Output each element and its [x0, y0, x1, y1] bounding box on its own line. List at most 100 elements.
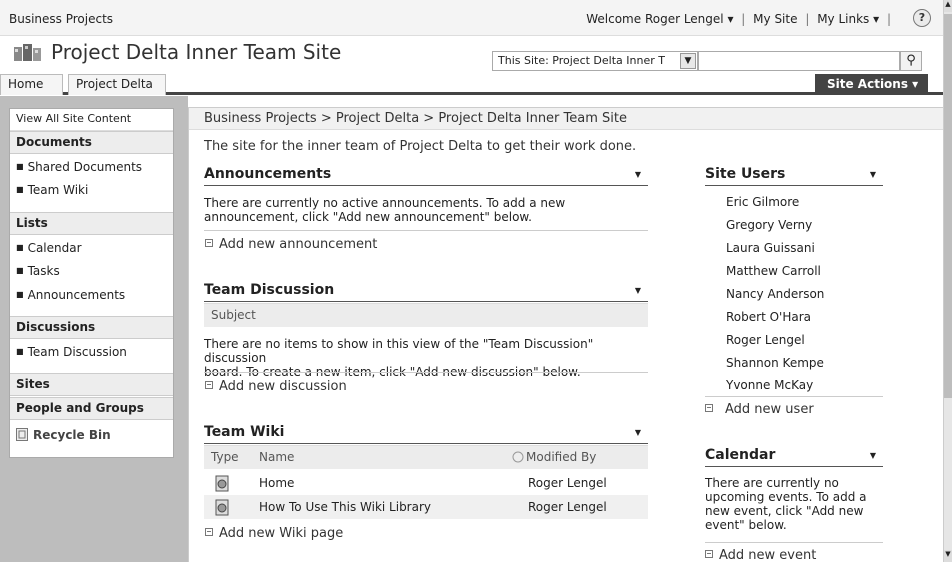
add-new-announcement-link[interactable]: Add new announcement [205, 237, 377, 252]
site-title[interactable]: Project Delta Inner Team Site [51, 40, 341, 64]
announcements-title-text: Announcements [204, 166, 332, 182]
ql-item-label: Team Discussion [27, 345, 127, 359]
ql-heading-discussions[interactable]: Discussions [10, 316, 173, 339]
wiki-page-icon [215, 475, 229, 492]
site-actions-menu[interactable]: Site Actions ▾ [815, 74, 928, 95]
column-header-name[interactable]: Name [259, 446, 294, 468]
column-header-subject[interactable]: Subject [204, 303, 648, 327]
ql-item-tasks[interactable]: ■ Tasks [10, 261, 173, 283]
tab-project-delta[interactable]: Project Delta [68, 74, 166, 95]
quick-launch: View All Site Content Documents ■ Shared … [9, 108, 174, 458]
wiki-page-name-link[interactable]: Home [259, 471, 294, 495]
bullet-icon: ■ [16, 243, 24, 252]
empty-text-line: announcement, click "Add new announcemen… [204, 210, 532, 224]
column-header-label: Modified By [526, 450, 597, 464]
site-user-link[interactable]: Shannon Kempe [726, 356, 824, 370]
team-discussion-title-text: Team Discussion [204, 282, 335, 298]
search-input[interactable] [698, 51, 900, 71]
my-site-link[interactable]: My Site [753, 12, 797, 26]
column-header-modified-by[interactable]: Modified By [512, 446, 596, 468]
ql-heading-people-and-groups[interactable]: People and Groups [10, 397, 173, 420]
wiki-page-name-link[interactable]: How To Use This Wiki Library [259, 495, 431, 519]
web-part-menu-icon[interactable]: ▼ [870, 446, 876, 465]
ql-item-calendar[interactable]: ■ Calendar [10, 238, 173, 260]
site-user-link[interactable]: Nancy Anderson [726, 287, 824, 301]
ql-heading-documents[interactable]: Documents [10, 131, 173, 154]
separator: | [886, 12, 891, 26]
team-wiki-title[interactable]: Team Wiki ▼ [204, 423, 648, 444]
empty-text-line: event" below. [705, 518, 787, 532]
add-new-discussion-link[interactable]: Add new discussion [205, 379, 347, 394]
bullet-icon: ■ [16, 347, 24, 356]
site-user-link[interactable]: Matthew Carroll [726, 264, 821, 278]
separator: | [805, 12, 810, 26]
help-icon[interactable]: ? [913, 9, 931, 27]
add-link-label: Add new discussion [219, 379, 347, 394]
divider [204, 230, 648, 231]
site-user-link[interactable]: Robert O'Hara [726, 310, 811, 324]
add-link-label: Add new event [719, 548, 817, 562]
top-bar: Business Projects Welcome Roger Lengel ▾… [0, 0, 943, 36]
ql-item-team-discussion[interactable]: ■ Team Discussion [10, 342, 173, 364]
recycle-bin-label: Recycle Bin [33, 428, 111, 442]
search-scope-value: This Site: Project Delta Inner T [498, 54, 665, 67]
chevron-down-icon[interactable]: ▼ [680, 53, 696, 69]
add-new-user-link[interactable]: Add new user [705, 402, 814, 417]
ql-item-team-wiki[interactable]: ■ Team Wiki [10, 180, 173, 202]
table-row[interactable]: How To Use This Wiki Library Roger Lenge… [204, 495, 648, 519]
site-description: The site for the inner team of Project D… [204, 139, 637, 154]
vertical-scrollbar[interactable]: ▲ ▼ [943, 0, 952, 562]
search-icon[interactable]: ⚲ [900, 51, 922, 71]
site-user-link[interactable]: Yvonne McKay [726, 378, 813, 392]
divider [705, 396, 883, 397]
my-links-menu[interactable]: My Links ▾ [817, 12, 879, 26]
calendar-title[interactable]: Calendar ▼ [705, 446, 883, 467]
scrollbar-thumb[interactable] [944, 14, 952, 398]
welcome-menu[interactable]: Welcome Roger Lengel ▾ [586, 12, 733, 26]
search-scope-select[interactable]: This Site: Project Delta Inner T ▼ [492, 51, 698, 71]
add-icon [205, 381, 213, 389]
view-all-site-content-link[interactable]: View All Site Content [10, 109, 173, 131]
column-header-type[interactable]: Type [211, 446, 239, 468]
web-part-menu-icon[interactable]: ▼ [635, 423, 641, 442]
tab-home[interactable]: Home [0, 74, 63, 95]
site-users-title[interactable]: Site Users ▼ [705, 165, 883, 186]
wiki-column-headers: Type Name Modified By [204, 445, 648, 469]
calendar-empty-text: There are currently no upcoming events. … [705, 476, 883, 532]
ql-heading-lists[interactable]: Lists [10, 212, 173, 235]
add-icon [205, 528, 213, 536]
add-new-wiki-page-link[interactable]: Add new Wiki page [205, 526, 343, 541]
modified-by-link[interactable]: Roger Lengel [528, 471, 607, 495]
top-links: Welcome Roger Lengel ▾ | My Site | My Li… [584, 12, 893, 26]
ql-item-shared-documents[interactable]: ■ Shared Documents [10, 157, 173, 179]
add-new-event-link[interactable]: Add new event [705, 548, 816, 562]
ql-item-announcements[interactable]: ■ Announcements [10, 285, 173, 307]
breadcrumb[interactable]: Business Projects > Project Delta > Proj… [189, 108, 943, 130]
recycle-bin-link[interactable]: Recycle Bin [10, 425, 173, 447]
wiki-page-icon [215, 499, 229, 516]
empty-text-line: new event, click "Add new [705, 504, 864, 518]
scroll-down-arrow-icon[interactable]: ▼ [944, 550, 952, 562]
ql-item-label: Team Wiki [27, 183, 89, 197]
divider [204, 372, 648, 373]
site-user-link[interactable]: Eric Gilmore [726, 195, 799, 209]
ql-heading-sites[interactable]: Sites [10, 373, 173, 396]
empty-text-line: There are currently no [705, 476, 839, 490]
team-wiki-title-text: Team Wiki [204, 424, 285, 440]
web-part-menu-icon[interactable]: ▼ [635, 165, 641, 184]
site-collection-link[interactable]: Business Projects [9, 12, 113, 26]
empty-text-line: There are currently no active announceme… [204, 196, 566, 210]
modified-by-link[interactable]: Roger Lengel [528, 495, 607, 519]
bullet-icon: ■ [16, 162, 24, 171]
team-discussion-title[interactable]: Team Discussion ▼ [204, 281, 648, 302]
site-user-link[interactable]: Roger Lengel [726, 333, 805, 347]
web-part-menu-icon[interactable]: ▼ [635, 281, 641, 300]
site-user-link[interactable]: Laura Guissani [726, 241, 815, 255]
scroll-up-arrow-icon[interactable]: ▲ [944, 0, 952, 12]
recycle-bin-icon [16, 428, 28, 441]
web-part-menu-icon[interactable]: ▼ [870, 165, 876, 184]
site-user-link[interactable]: Gregory Verny [726, 218, 812, 232]
announcements-title[interactable]: Announcements ▼ [204, 165, 648, 186]
ql-item-label: Shared Documents [27, 160, 143, 174]
table-row[interactable]: Home Roger Lengel [204, 471, 648, 495]
